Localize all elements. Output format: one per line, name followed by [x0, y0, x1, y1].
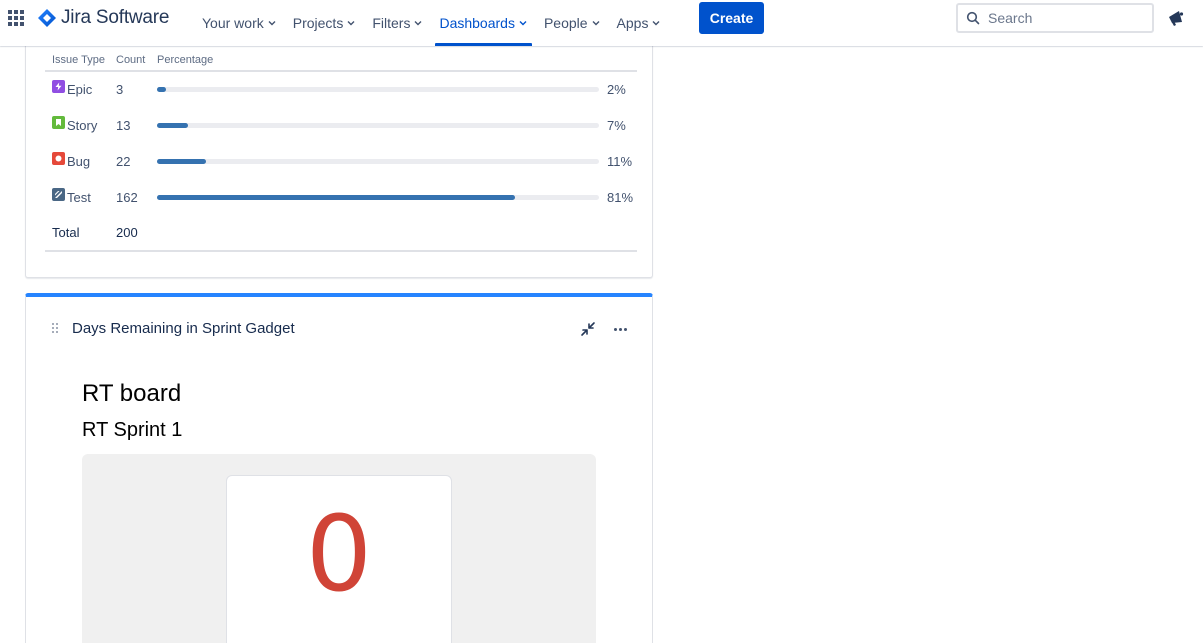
- percentage-bar-fill: [157, 122, 188, 128]
- issue-type-link[interactable]: Bug: [67, 154, 90, 169]
- gadget-title: Days Remaining in Sprint Gadget: [72, 320, 295, 337]
- jira-diamond-icon: [38, 9, 56, 27]
- table-row: Test 162 81%: [45, 179, 637, 215]
- percentage-value: 7%: [607, 117, 626, 133]
- nav-filters[interactable]: Filters: [364, 0, 431, 46]
- percentage-bar-track: [157, 158, 599, 164]
- bug-icon: [52, 151, 65, 165]
- jira-logo[interactable]: Jira Software: [37, 7, 169, 29]
- search-icon: [966, 11, 980, 25]
- issue-type-cell: Bug: [45, 143, 109, 179]
- percentage-value: 81%: [607, 189, 634, 205]
- issue-statistics-gadget: Issue Type Count Percentage Epic 3 2% St…: [25, 30, 653, 278]
- board-name: RT board: [82, 380, 182, 407]
- drag-handle-icon[interactable]: [52, 323, 58, 335]
- minimize-icon[interactable]: [579, 320, 597, 338]
- total-label: Total: [45, 215, 109, 252]
- nav-dashboards[interactable]: Dashboards: [431, 0, 536, 46]
- issue-type-cell: Test: [45, 179, 109, 215]
- test-icon: [52, 187, 65, 201]
- total-count: 200: [109, 215, 150, 252]
- nav-label: Apps: [616, 15, 649, 31]
- chevron-down-icon: [592, 21, 600, 26]
- percentage-bar-cell: [150, 107, 599, 143]
- issue-type-link[interactable]: Story: [67, 118, 97, 133]
- days-remaining-panel: 0: [82, 454, 596, 643]
- percentage-bar-fill: [157, 158, 206, 164]
- column-header-issue-type[interactable]: Issue Type: [45, 50, 109, 72]
- issue-type-table: Issue Type Count Percentage Epic 3 2% St…: [45, 50, 637, 252]
- column-header-percentage: Percentage: [150, 50, 599, 72]
- percentage-bar-track: [157, 87, 599, 92]
- percentage-value: 11%: [607, 153, 633, 169]
- count-link[interactable]: 22: [109, 143, 150, 179]
- total-row: Total 200: [45, 215, 637, 252]
- table-row: Epic 3 2%: [45, 71, 637, 107]
- percentage-value: 2%: [607, 82, 626, 97]
- chevron-down-icon: [519, 21, 527, 26]
- chevron-down-icon: [652, 21, 660, 26]
- count-link[interactable]: 162: [109, 179, 150, 215]
- percentage-bar-cell: [150, 71, 599, 107]
- nav-label: Your work: [202, 15, 264, 31]
- nav-label: People: [543, 15, 588, 31]
- nav-label: Dashboards: [439, 15, 515, 31]
- create-button[interactable]: Create: [699, 2, 764, 34]
- search-input[interactable]: [988, 10, 1138, 26]
- app-switcher-grid-icon[interactable]: [8, 10, 24, 26]
- nav-apps[interactable]: Apps: [609, 0, 670, 46]
- epic-icon: [52, 80, 65, 93]
- issue-type-cell: Story: [45, 107, 109, 143]
- percentage-bar-fill: [157, 194, 516, 200]
- nav-label: Filters: [372, 15, 411, 31]
- table-row: Bug 22 11%: [45, 143, 637, 179]
- search-box[interactable]: [956, 3, 1154, 33]
- percentage-bar-track: [157, 122, 599, 128]
- count-link[interactable]: 3: [109, 71, 150, 107]
- nav-label: Projects: [292, 15, 344, 31]
- top-navigation: Jira Software Your work Projects Filters…: [0, 0, 1203, 46]
- days-remaining-card: 0: [226, 475, 452, 643]
- primary-nav: Your work Projects Filters Dashboards Pe…: [194, 0, 669, 46]
- days-remaining-gadget: Days Remaining in Sprint Gadget RT board…: [25, 293, 653, 643]
- percentage-bar-cell: [150, 179, 599, 215]
- percentage-bar-cell: [150, 143, 599, 179]
- story-icon: [52, 115, 65, 129]
- table-header-row: Issue Type Count Percentage: [45, 50, 637, 72]
- issue-type-cell: Epic: [45, 71, 109, 107]
- issue-type-link[interactable]: Epic: [67, 82, 92, 97]
- nav-projects[interactable]: Projects: [285, 0, 365, 46]
- issue-type-link[interactable]: Test: [67, 190, 91, 205]
- more-actions-icon[interactable]: [610, 320, 630, 338]
- nav-people[interactable]: People: [536, 0, 609, 46]
- sprint-name: RT Sprint 1: [82, 419, 183, 441]
- notifications-megaphone-icon[interactable]: [1166, 8, 1186, 28]
- nav-your-work[interactable]: Your work: [194, 0, 285, 46]
- table-row: Story 13 7%: [45, 107, 637, 143]
- column-header-count[interactable]: Count: [109, 50, 150, 72]
- count-link[interactable]: 13: [109, 107, 150, 143]
- product-name: Jira Software: [61, 7, 170, 28]
- percentage-bar-track: [157, 194, 599, 200]
- days-remaining-value: 0: [305, 493, 373, 615]
- column-header-percent-value: [599, 50, 637, 72]
- chevron-down-icon: [347, 21, 355, 26]
- percentage-bar-fill: [157, 87, 166, 92]
- chevron-down-icon: [268, 21, 276, 26]
- chevron-down-icon: [414, 21, 422, 26]
